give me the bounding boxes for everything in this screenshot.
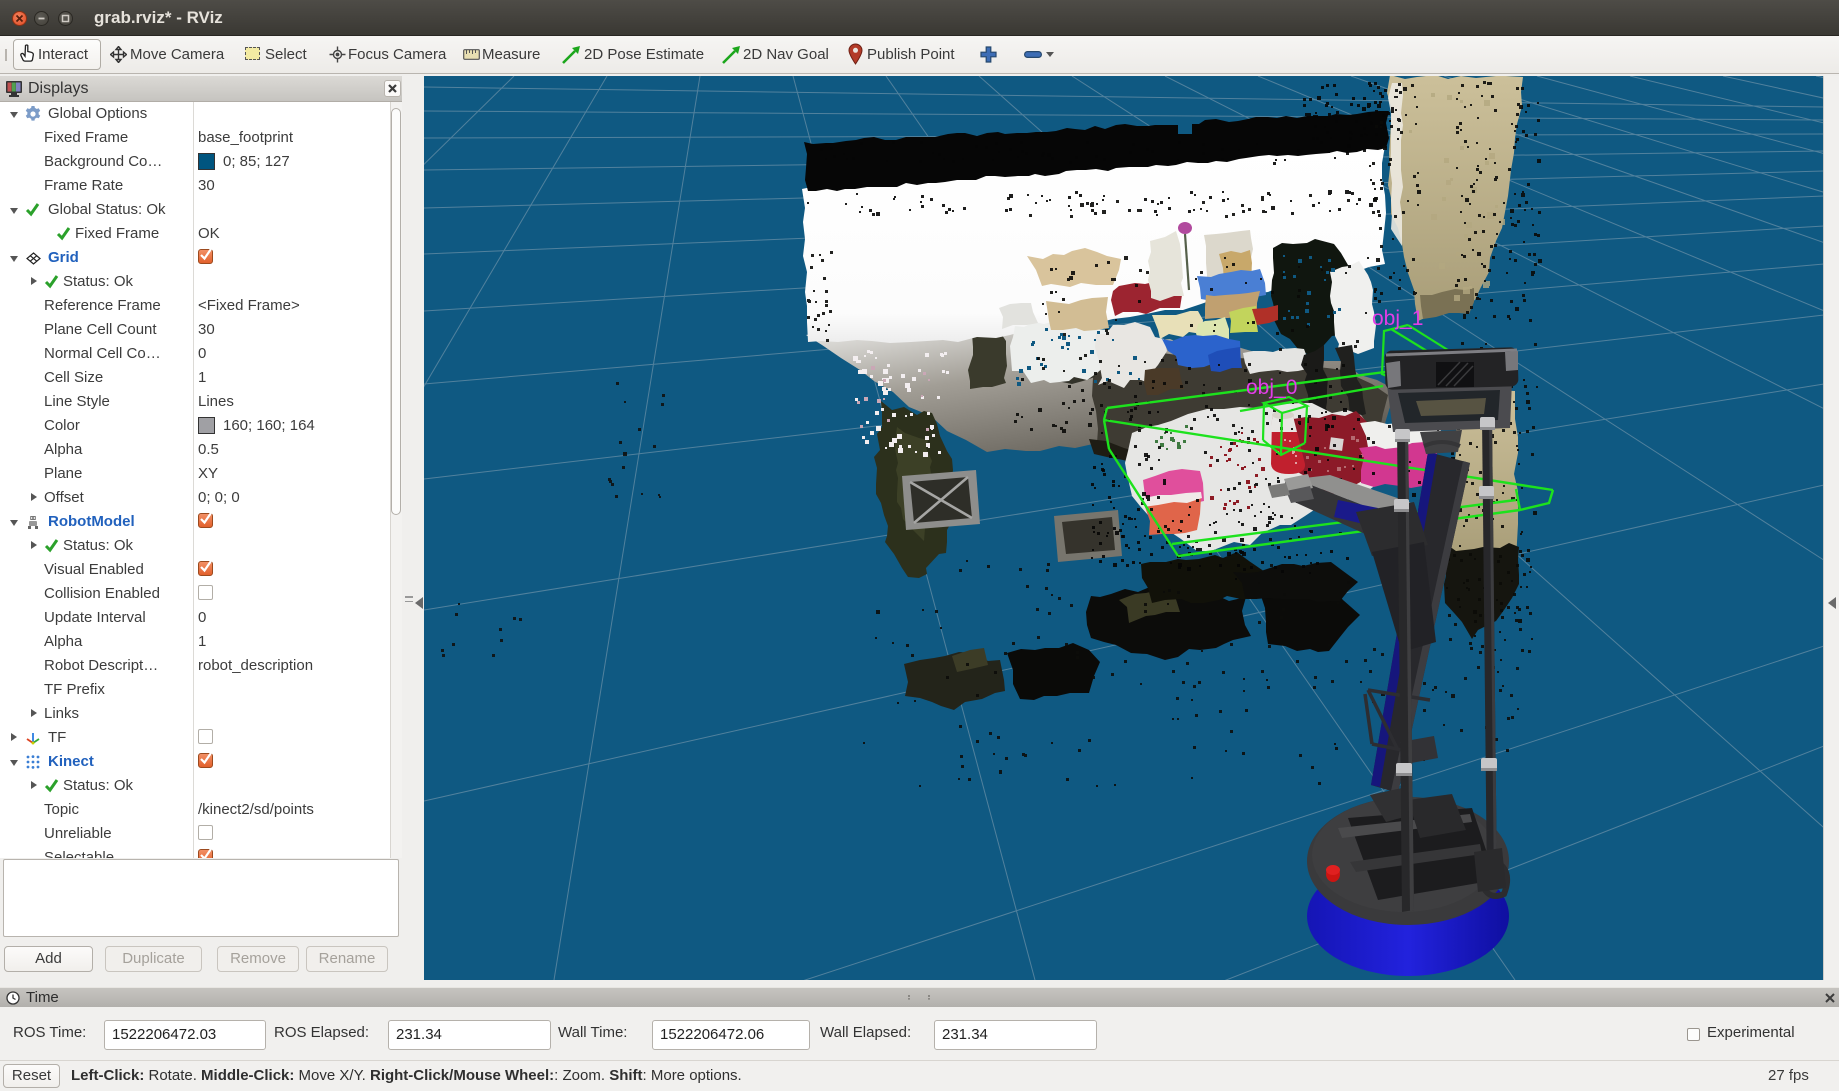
- svg-text:obj_0: obj_0: [1246, 376, 1297, 399]
- svg-text:obj_1: obj_1: [1372, 307, 1423, 330]
